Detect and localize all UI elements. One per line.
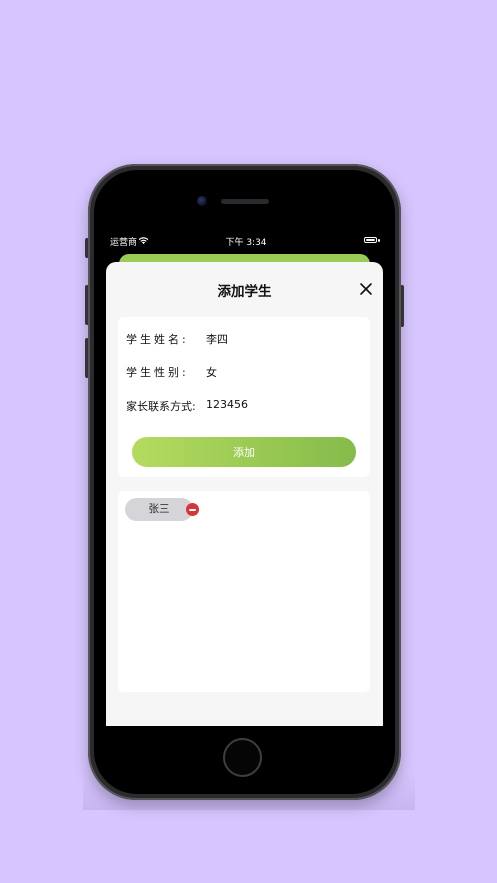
sheet-title: 添加学生 — [217, 284, 272, 300]
battery-tip — [378, 239, 380, 242]
student-list-card: 张三 — [118, 491, 370, 692]
student-gender-field[interactable]: 女 — [206, 364, 217, 380]
student-gender-label: 学生性别: — [126, 366, 189, 379]
student-name-label: 学生姓名: — [126, 333, 189, 346]
status-time: 下午 3:34 — [225, 238, 267, 248]
add-button[interactable]: 添加 — [132, 437, 356, 467]
earpiece-speaker — [221, 199, 269, 204]
add-student-sheet: 添加学生 学生姓名: 李四 学生性别: 女 家长联系方式: 123456 添加 … — [106, 262, 383, 726]
parent-contact-label: 家长联系方式: — [126, 400, 196, 413]
student-name-field[interactable]: 李四 — [206, 331, 228, 347]
battery-icon — [364, 237, 377, 243]
front-camera — [197, 196, 207, 206]
student-chip[interactable]: 张三 — [125, 498, 193, 521]
status-bar: 运营商 下午 3:34 — [110, 234, 382, 250]
parent-contact-field[interactable]: 123456 — [206, 398, 248, 411]
home-button[interactable] — [223, 738, 262, 777]
close-icon[interactable] — [359, 282, 373, 296]
remove-icon[interactable] — [186, 503, 199, 516]
student-form-card: 学生姓名: 李四 学生性别: 女 家长联系方式: 123456 添加 — [118, 317, 370, 477]
